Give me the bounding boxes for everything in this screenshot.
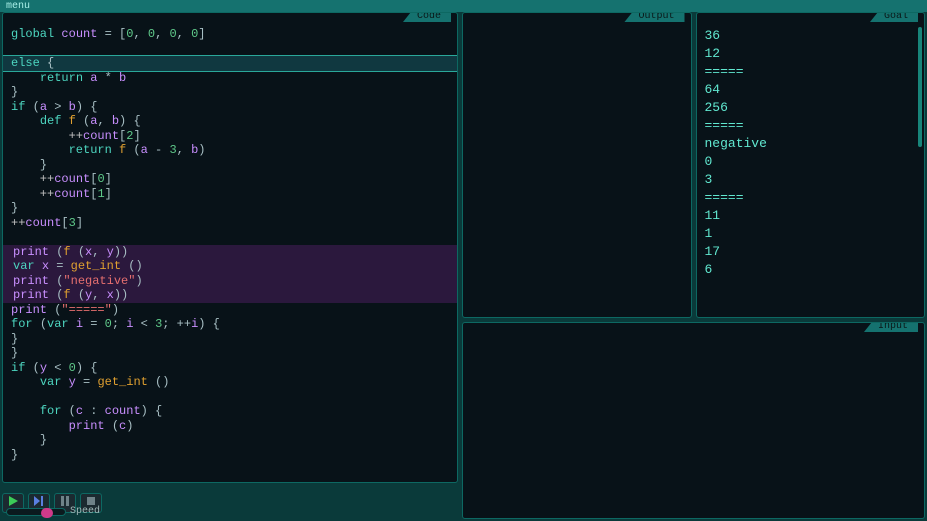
speed-thumb[interactable] (41, 508, 53, 518)
code-editor[interactable]: global count = [0, 0, 0, 0] else { return… (3, 25, 457, 482)
menubar: menu (0, 0, 927, 12)
speed-control: Speed (6, 506, 100, 517)
workspace: Code global count = [0, 0, 0, 0] else { r… (0, 12, 927, 521)
speed-label: Speed (70, 506, 100, 517)
code-panel-title: Code (403, 12, 451, 22)
code-line[interactable]: } (11, 85, 449, 100)
code-line[interactable]: } (11, 332, 449, 347)
code-line[interactable]: } (11, 346, 449, 361)
goal-line: 11 (705, 207, 917, 225)
goal-line: 36 (705, 27, 917, 45)
goal-panel-title: Goal (870, 12, 918, 22)
goal-line: ===== (705, 117, 917, 135)
goal-content: 3612=====64256=====negative03=====111176 (699, 23, 923, 315)
code-line[interactable]: ++count[0] (11, 172, 449, 187)
code-line[interactable]: } (11, 201, 449, 216)
code-line[interactable] (11, 230, 449, 245)
speed-slider[interactable] (6, 508, 66, 516)
goal-line: 17 (705, 243, 917, 261)
goal-line: 0 (705, 153, 917, 171)
code-line[interactable]: ++count[3] (11, 216, 449, 231)
code-line[interactable]: ++count[1] (11, 187, 449, 202)
goal-line: 6 (705, 261, 917, 279)
code-line[interactable]: if (a > b) { (11, 100, 449, 115)
code-line[interactable]: } (11, 448, 449, 463)
code-line[interactable]: ++count[2] (11, 129, 449, 144)
code-line[interactable]: global count = [0, 0, 0, 0] (11, 27, 449, 42)
output-content (465, 23, 689, 315)
code-line[interactable]: var x = get_int () (3, 259, 457, 274)
code-line[interactable] (11, 390, 449, 405)
code-line[interactable] (11, 42, 449, 57)
code-line[interactable]: print (c) (11, 419, 449, 434)
goal-line: 1 (705, 225, 917, 243)
goal-line: 64 (705, 81, 917, 99)
code-line[interactable]: print (f (x, y)) (3, 245, 457, 260)
code-line[interactable]: else { (3, 56, 457, 71)
code-line[interactable]: print (f (y, x)) (3, 288, 457, 303)
goal-line: ===== (705, 63, 917, 81)
code-line[interactable]: return a * b (11, 71, 449, 86)
code-panel[interactable]: Code global count = [0, 0, 0, 0] else { r… (2, 12, 458, 483)
goal-panel: Goal 3612=====64256=====negative03=====1… (696, 12, 926, 318)
goal-line: 3 (705, 171, 917, 189)
menu-button[interactable]: menu (2, 1, 34, 12)
goal-line: 256 (705, 99, 917, 117)
code-line[interactable]: print ("negative") (3, 274, 457, 289)
output-panel: Output (462, 12, 692, 318)
code-line[interactable]: var y = get_int () (11, 375, 449, 390)
goal-line: 12 (705, 45, 917, 63)
code-line[interactable]: for (var i = 0; i < 3; ++i) { (11, 317, 449, 332)
goal-line: ===== (705, 189, 917, 207)
goal-line: negative (705, 135, 917, 153)
input-panel[interactable]: Input (462, 322, 925, 519)
input-panel-title: Input (864, 322, 918, 332)
code-line[interactable]: } (11, 158, 449, 173)
code-line[interactable]: if (y < 0) { (11, 361, 449, 376)
code-line[interactable]: print ("=====") (11, 303, 449, 318)
input-content[interactable] (465, 333, 922, 516)
code-line[interactable]: def f (a, b) { (11, 114, 449, 129)
code-line[interactable]: for (c : count) { (11, 404, 449, 419)
code-line[interactable]: return f (a - 3, b) (11, 143, 449, 158)
output-panel-title: Output (624, 12, 684, 22)
code-line[interactable]: } (11, 433, 449, 448)
